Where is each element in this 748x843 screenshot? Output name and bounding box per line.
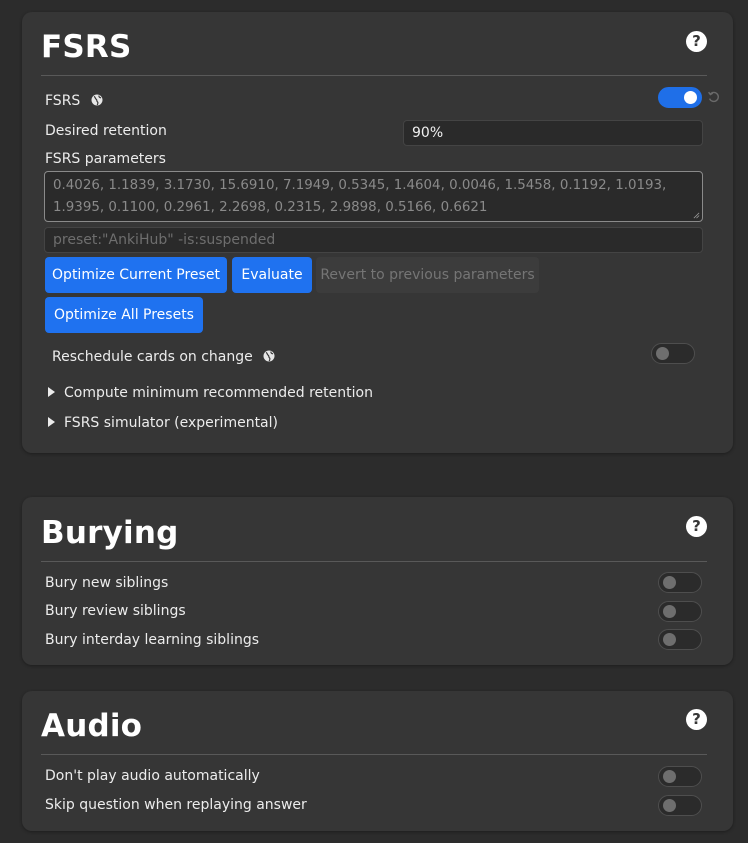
bury-review-label: Bury review siblings [45,603,186,619]
audio-section-title: Audio [41,708,143,744]
fsrs-simulator-disclosure[interactable]: FSRS simulator (experimental) [48,415,278,431]
fsrs-section-title: FSRS [41,29,132,65]
reschedule-label: Reschedule cards on change [52,349,275,365]
burying-section-title: Burying [41,515,179,551]
toggle-knob [663,770,676,783]
reschedule-toggle[interactable] [651,343,695,364]
bury-new-toggle[interactable] [658,572,702,593]
fsrs-card: FSRS ? FSRS Desired retention 90% FSRS p… [22,12,733,453]
globe-icon[interactable] [91,94,103,106]
audio-help-icon[interactable]: ? [686,709,707,730]
search-filter-placeholder: preset:"AnkiHub" -is:suspended [53,232,276,248]
burying-title-divider [41,561,707,562]
fsrs-help-icon[interactable]: ? [686,31,707,52]
audio-title-divider [41,754,707,755]
fsrs-simulator-label: FSRS simulator (experimental) [64,415,278,431]
fsrs-toggle-label-text: FSRS [45,93,81,109]
desired-retention-input[interactable]: 90% [403,120,703,146]
revert-parameters-button[interactable]: Revert to previous parameters [316,257,539,293]
bury-new-label: Bury new siblings [45,575,169,591]
disclosure-triangle-icon [48,387,55,397]
fsrs-parameters-label: FSRS parameters [45,151,166,167]
disclosure-triangle-icon [48,417,55,427]
search-filter-input[interactable]: preset:"AnkiHub" -is:suspended [44,227,703,253]
evaluate-button[interactable]: Evaluate [232,257,312,293]
toggle-knob [663,605,676,618]
toggle-knob [663,799,676,812]
bury-review-toggle[interactable] [658,601,702,622]
no-autoplay-toggle[interactable] [658,766,702,787]
bury-interday-toggle[interactable] [658,629,702,650]
fsrs-enable-toggle[interactable] [658,87,702,108]
fsrs-parameters-value: 0.4026, 1.1839, 3.1730, 15.6910, 7.1949,… [53,178,667,215]
fsrs-toggle-label: FSRS [45,93,103,109]
bury-interday-label: Bury interday learning siblings [45,632,260,648]
toggle-knob [656,347,669,360]
burying-card: Burying ? Bury new siblings Bury review … [22,497,733,665]
fsrs-title-divider [41,75,707,76]
compute-min-retention-disclosure[interactable]: Compute minimum recommended retention [48,385,373,401]
resize-handle-icon[interactable] [693,212,700,219]
optimize-current-preset-button[interactable]: Optimize Current Preset [45,257,227,293]
desired-retention-value: 90% [412,125,444,141]
globe-icon[interactable] [263,350,275,362]
toggle-knob [663,576,676,589]
optimize-all-presets-button[interactable]: Optimize All Presets [45,297,203,333]
revert-icon[interactable] [707,90,721,104]
audio-card: Audio ? Don't play audio automatically S… [22,691,733,831]
fsrs-parameters-textarea[interactable]: 0.4026, 1.1839, 3.1730, 15.6910, 7.1949,… [44,171,703,222]
burying-help-icon[interactable]: ? [686,516,707,537]
no-autoplay-label: Don't play audio automatically [45,768,260,784]
compute-min-retention-label: Compute minimum recommended retention [64,385,373,401]
toggle-knob [684,91,697,104]
toggle-knob [663,633,676,646]
desired-retention-label: Desired retention [45,123,167,139]
reschedule-label-text: Reschedule cards on change [52,349,253,365]
skip-question-toggle[interactable] [658,795,702,816]
skip-question-label: Skip question when replaying answer [45,797,307,813]
